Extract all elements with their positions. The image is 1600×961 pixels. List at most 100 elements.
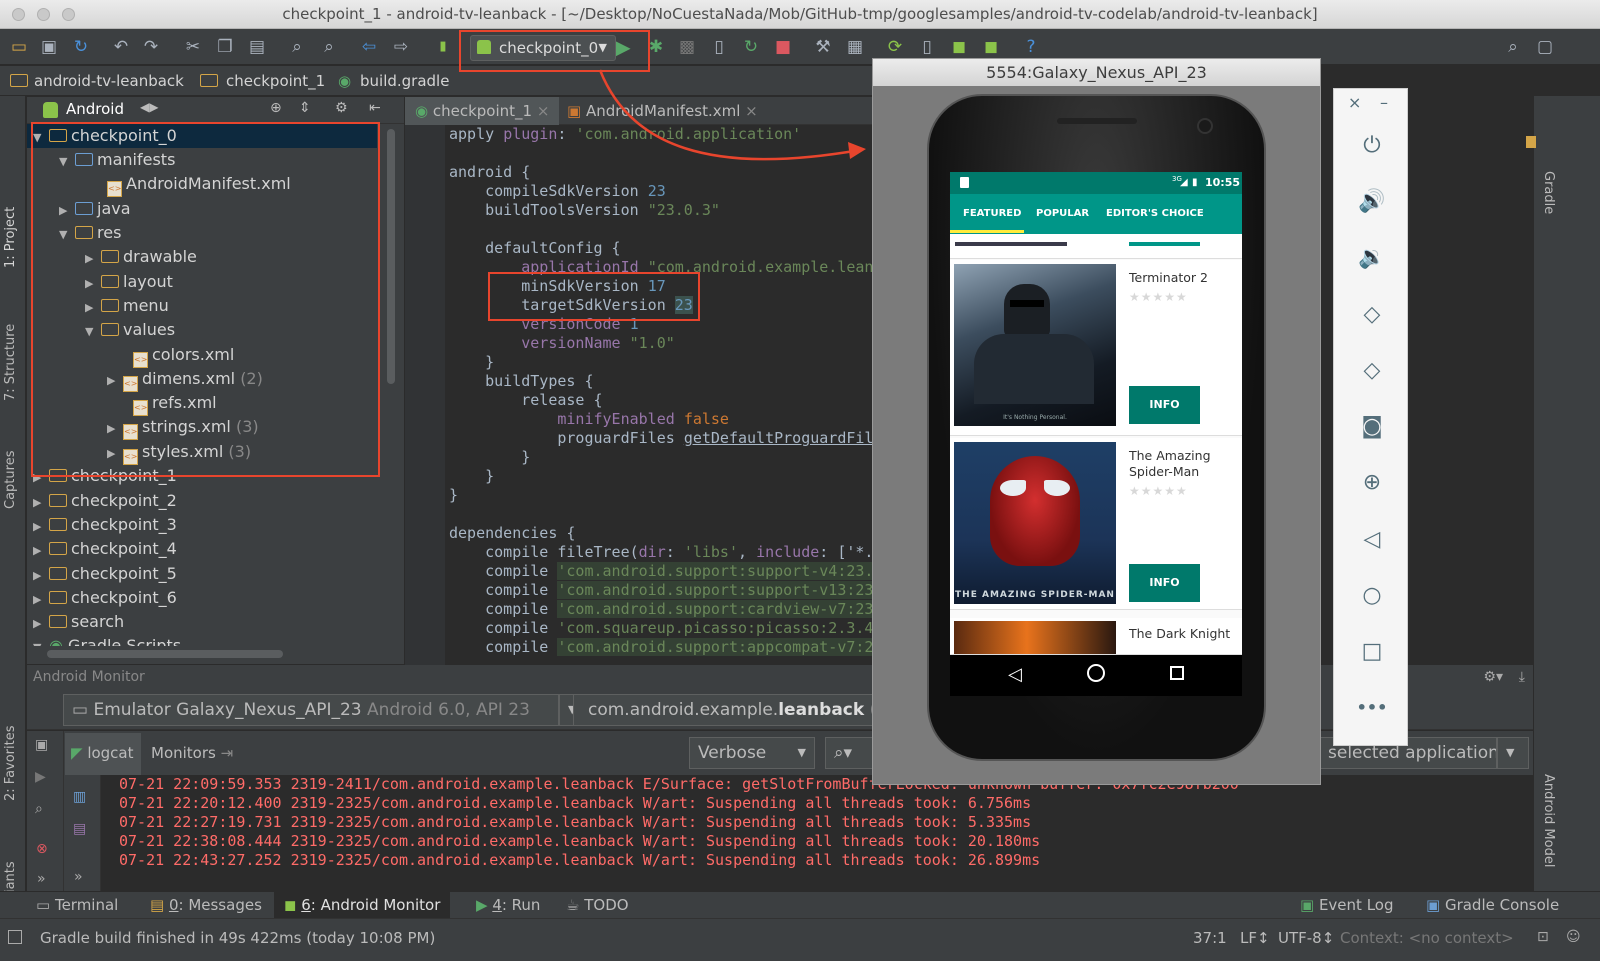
gradle-sync-icon[interactable]: ⟳ (884, 36, 906, 58)
breadcrumb-file[interactable]: build.gradle (360, 66, 449, 96)
process-select[interactable]: com.android.example.leanback (23 (573, 694, 873, 726)
avd-manager-icon[interactable]: ▯ (916, 36, 938, 58)
minimize-window-button[interactable] (37, 8, 50, 21)
coverage-icon[interactable]: ▩ (676, 36, 698, 58)
more-icon[interactable]: » (74, 869, 83, 885)
redo-icon[interactable]: ↷ (140, 36, 162, 58)
nav-recents-icon[interactable] (1170, 666, 1184, 680)
zoom-icon[interactable]: ⊕ (1356, 467, 1388, 499)
tab-featured[interactable]: FEATURED (963, 194, 1021, 234)
device-select[interactable]: ▭ Emulator Galaxy_Nexus_API_23 Android 6… (63, 694, 559, 726)
more-icon[interactable]: » (37, 871, 46, 887)
tree-item-checkpoint-5[interactable]: ▶ checkpoint_5 (33, 562, 177, 586)
tab-todo[interactable]: ☕ TODO (566, 892, 629, 919)
tab-android-monitor[interactable]: ◼ 6: Android Monitor (274, 892, 451, 919)
structure-tool-tab[interactable]: 7: Structure (3, 324, 18, 401)
stop-icon[interactable]: ■ (772, 36, 794, 58)
power-icon[interactable]: ⏻ (1356, 130, 1388, 162)
tab-popular[interactable]: POPULAR (1036, 194, 1089, 234)
inspector-icon[interactable]: ☺ (1566, 929, 1581, 945)
tree-item-checkpoint-3[interactable]: ▶ checkpoint_3 (33, 513, 177, 537)
movie-card[interactable]: The Dark Knight (950, 618, 1242, 655)
tree-item-search[interactable]: ▶ search (33, 610, 124, 634)
tab-run[interactable]: ▶ 4: Run (476, 892, 540, 919)
copy-icon[interactable]: ❐ (214, 36, 236, 58)
movie-card[interactable]: It's Nothing Personal. Terminator 2 ★★★★… (950, 260, 1242, 436)
gear-icon[interactable]: ⚙ (335, 100, 348, 116)
hide-panel-icon[interactable]: ⇤ (369, 100, 381, 116)
info-button[interactable]: INFO (1129, 564, 1200, 602)
cut-icon[interactable]: ✂ (182, 36, 204, 58)
forward-icon[interactable]: ⇨ (390, 36, 412, 58)
tab-checkpoint-1[interactable]: ◉ checkpoint_1 × (405, 97, 560, 125)
vertical-scrollbar[interactable] (387, 129, 395, 384)
scroll-to-end-icon[interactable]: ▤ (73, 821, 86, 837)
context-indicator[interactable]: Context: <no context> (1340, 929, 1514, 947)
attach-debugger-icon[interactable]: ▯ (708, 36, 730, 58)
terminate-icon[interactable]: ⊗ (36, 841, 48, 857)
tree-item-checkpoint-4[interactable]: ▶ checkpoint_4 (33, 537, 177, 561)
tab-event-log[interactable]: ▣ Event Log (1300, 892, 1393, 919)
warning-marker[interactable] (1526, 136, 1536, 148)
gear-icon[interactable]: ⚙▾ (1483, 665, 1503, 690)
favorites-tool-tab[interactable]: 2: Favorites (3, 725, 18, 801)
tree-item-gradle-scripts[interactable]: ▼◉ Gradle Scripts (33, 634, 181, 646)
more-icon[interactable]: ••• (1356, 692, 1388, 724)
sync-icon[interactable]: ↻ (70, 36, 92, 58)
horizontal-scrollbar[interactable] (47, 650, 283, 658)
paste-icon[interactable]: ▤ (246, 36, 268, 58)
toggle-tool-windows-icon[interactable] (8, 930, 22, 944)
collapse-icon[interactable]: ⇕ (299, 100, 311, 116)
camera-icon[interactable]: ◙ (1356, 411, 1388, 443)
clear-log-icon[interactable]: ▥ (73, 789, 86, 805)
hide-panel-icon[interactable]: ⤓ (1519, 665, 1525, 690)
tab-logcat[interactable]: ◤ logcat (65, 733, 141, 775)
system-info-icon[interactable]: ⌕ (35, 801, 43, 817)
gradle-tool-tab[interactable]: Gradle (1541, 171, 1556, 214)
project-view-mode[interactable]: Android (66, 100, 124, 118)
project-tool-tab[interactable]: 1: Project (3, 207, 18, 268)
minimize-icon[interactable]: – (1380, 93, 1388, 112)
nav-back-icon[interactable]: ◁ (1008, 664, 1022, 685)
breadcrumb-project[interactable]: android-tv-leanback (34, 66, 184, 96)
locate-icon[interactable]: ⊕ (270, 100, 282, 116)
rotate-left-icon[interactable]: ◇ (1356, 299, 1388, 331)
search-everywhere-icon[interactable]: ⌕ (1502, 36, 1524, 58)
overview-icon[interactable]: □ (1356, 636, 1388, 668)
back-icon[interactable]: ⇦ (358, 36, 380, 58)
android-icon[interactable]: ◼ (980, 36, 1002, 58)
event-notification-icon[interactable]: ▢ (1534, 36, 1556, 58)
undo-icon[interactable]: ↶ (110, 36, 132, 58)
open-folder-icon[interactable]: ▭ (8, 36, 30, 58)
find-icon[interactable]: ⌕ (286, 36, 308, 58)
filter-dropdown-arrow[interactable]: ▼ (1497, 737, 1529, 769)
lock-icon[interactable]: ⊡ (1537, 929, 1549, 945)
screenshot-icon[interactable]: ▣ (35, 737, 48, 753)
close-tab-icon[interactable]: × (537, 102, 550, 120)
android-device-monitor-icon[interactable]: ◼ (948, 36, 970, 58)
rerun-icon[interactable]: ↻ (740, 36, 762, 58)
home-icon[interactable]: ○ (1356, 580, 1388, 612)
make-project-icon[interactable]: ▮ (432, 36, 454, 58)
tab-monitors[interactable]: Monitors ⇥ (151, 733, 233, 775)
record-icon[interactable]: ▶ (35, 769, 46, 785)
tree-item-checkpoint-2[interactable]: ▶ checkpoint_2 (33, 489, 177, 513)
tab-terminal[interactable]: ▭ Terminal (36, 892, 118, 919)
line-separator[interactable]: LF↕ (1240, 929, 1270, 947)
captures-tool-tab[interactable]: Captures (3, 451, 18, 509)
movie-card[interactable]: THE AMAZING SPIDER-MAN The Amazing Spide… (950, 438, 1242, 610)
close-icon[interactable]: × (1348, 93, 1361, 112)
info-button[interactable]: INFO (1129, 386, 1200, 424)
tab-gradle-console[interactable]: ▣ Gradle Console (1426, 892, 1559, 919)
tab-messages[interactable]: ▤ 0: Messages (150, 892, 262, 919)
tree-item-checkpoint-6[interactable]: ▶ checkpoint_6 (33, 586, 177, 610)
view-mode-switch-icon[interactable]: ◀▶ (140, 100, 158, 114)
file-encoding[interactable]: UTF-8↕ (1278, 929, 1334, 947)
project-structure-icon[interactable]: ⚒ (812, 36, 834, 58)
android-model-tool-tab[interactable]: Android Model (1541, 774, 1556, 867)
tab-editors-choice[interactable]: EDITOR'S CHOICE (1106, 194, 1204, 234)
logcat-output[interactable]: 07-21 22:09:59.353 2319-2411/com.android… (101, 775, 1521, 891)
back-icon[interactable]: ◁ (1356, 524, 1388, 556)
zoom-window-button[interactable] (62, 8, 75, 21)
volume-up-icon[interactable]: 🔊 (1356, 186, 1388, 218)
